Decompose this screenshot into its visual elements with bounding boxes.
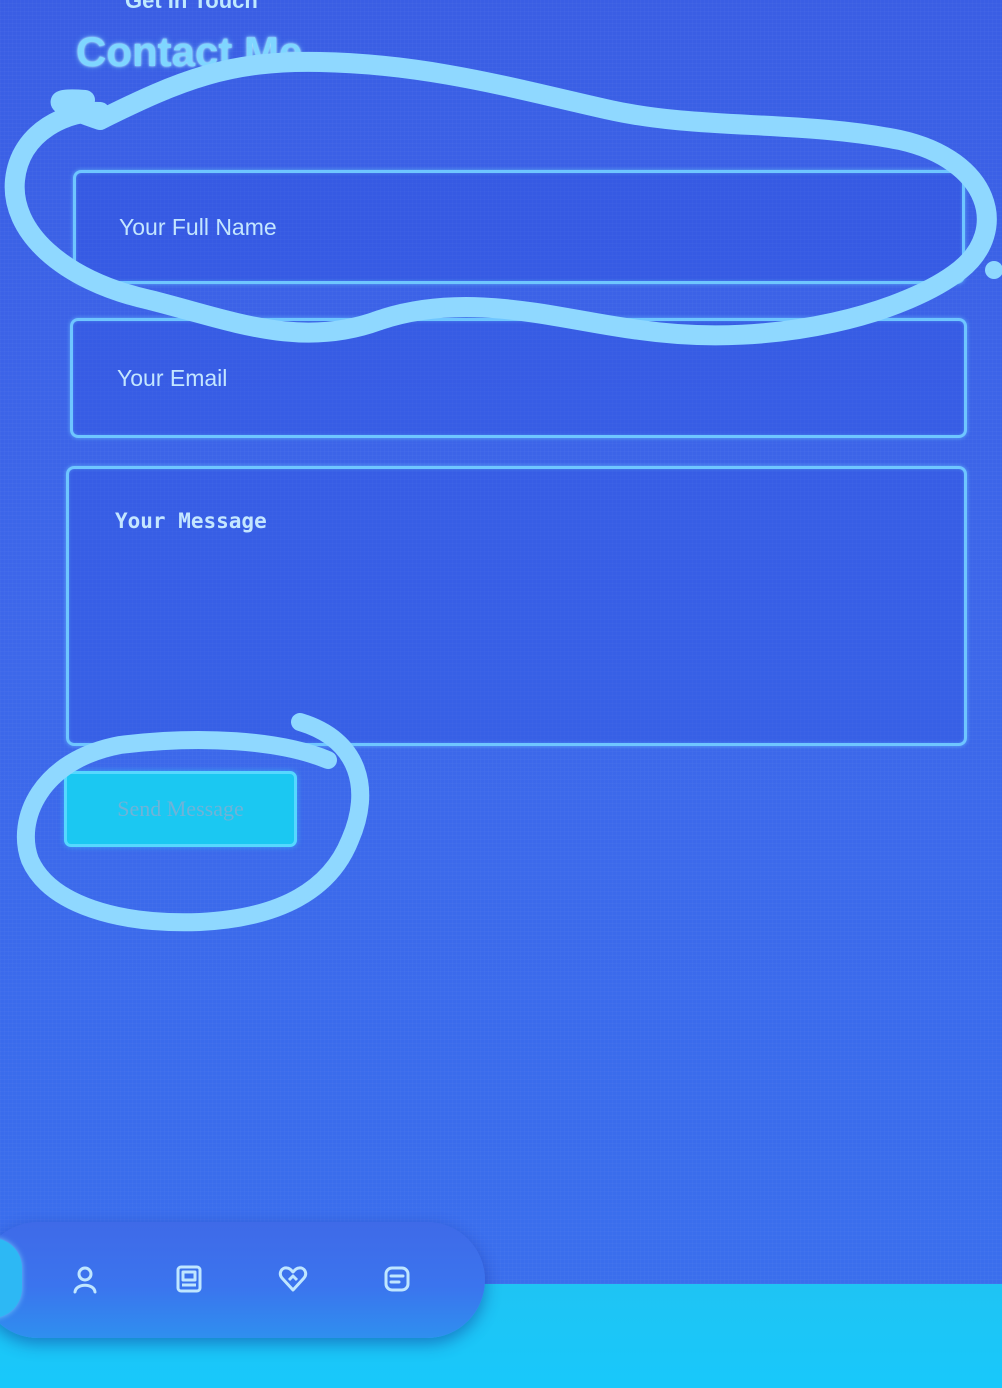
heart-icon[interactable] — [276, 1262, 310, 1296]
message-icon[interactable] — [380, 1262, 414, 1296]
full-name-input[interactable] — [73, 170, 965, 284]
partial-heading: Get In Touch — [125, 0, 258, 13]
section-title-contact: Contact Me — [76, 28, 303, 75]
send-message-button[interactable]: Send Message — [64, 771, 297, 847]
user-icon[interactable] — [68, 1262, 102, 1296]
message-textarea[interactable] — [66, 466, 967, 746]
email-input[interactable] — [70, 318, 967, 438]
book-icon[interactable] — [172, 1262, 206, 1296]
